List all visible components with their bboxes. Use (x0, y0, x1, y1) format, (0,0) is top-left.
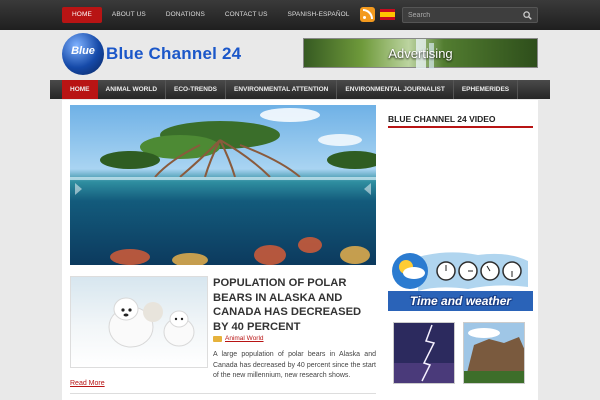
main-nav: HOME ANIMAL WORLD ECO-TRENDS ENVIRONMENT… (50, 80, 550, 99)
site-logo-text[interactable]: Blue Channel 24 (106, 44, 241, 64)
magnifier-icon[interactable] (523, 11, 532, 20)
topnav-about-us[interactable]: ABOUT US (102, 7, 156, 23)
lightning-image (394, 323, 454, 383)
top-bar: HOME ABOUT US DONATIONS CONTACT US SPANI… (0, 0, 600, 30)
topnav-donations[interactable]: DONATIONS (156, 7, 215, 23)
mainnav-environmental-attention[interactable]: ENVIRONMENTAL ATTENTION (226, 80, 338, 99)
mangrove-image (70, 108, 376, 265)
lightning-photo[interactable] (393, 322, 455, 384)
category-link[interactable]: Animal World (225, 335, 264, 342)
spain-flag-icon[interactable] (380, 9, 395, 20)
logo-globe[interactable]: Blue (62, 33, 104, 75)
divider (70, 393, 376, 394)
advertising-banner[interactable]: Advertising (303, 38, 538, 69)
featured-slider[interactable] (70, 105, 376, 265)
video-heading: Blue Channel 24 Video (388, 114, 496, 124)
mainnav-home[interactable]: HOME (62, 80, 98, 99)
search-input[interactable] (403, 8, 515, 22)
mainnav-animal-world[interactable]: ANIMAL WORLD (98, 80, 167, 99)
polar-bears-illustration (108, 297, 195, 348)
mountain-photo[interactable] (463, 322, 525, 384)
topnav-home[interactable]: HOME (62, 7, 102, 23)
topnav-contact-us[interactable]: CONTACT US (215, 7, 278, 23)
read-more-link[interactable]: Read More (70, 380, 105, 387)
rss-icon[interactable] (360, 7, 375, 22)
logo-globe-text: Blue (71, 45, 95, 57)
top-nav: HOME ABOUT US DONATIONS CONTACT US SPANI… (62, 7, 360, 23)
advertising-text: Advertising (388, 46, 453, 61)
time-weather-widget[interactable]: Time and weather (388, 247, 533, 315)
article-title[interactable]: Population of polar bears in Alaska and … (213, 276, 375, 334)
mountain-image (464, 323, 524, 383)
mainnav-eco-trends[interactable]: ECO-TRENDS (166, 80, 226, 99)
folder-icon (213, 336, 222, 342)
article-excerpt: A large population of polar bears in Ala… (213, 351, 376, 379)
heading-divider (388, 126, 533, 128)
weather-title: Time and weather (409, 294, 512, 308)
mainnav-ephemerides[interactable]: EPHEMERIDES (454, 80, 519, 99)
polar-bears-image[interactable] (70, 276, 208, 368)
topnav-spanish[interactable]: SPANISH-ESPAÑOL (278, 7, 360, 23)
search-box (402, 7, 538, 23)
mainnav-environmental-journalist[interactable]: ENVIRONMENTAL JOURNALIST (337, 80, 454, 99)
